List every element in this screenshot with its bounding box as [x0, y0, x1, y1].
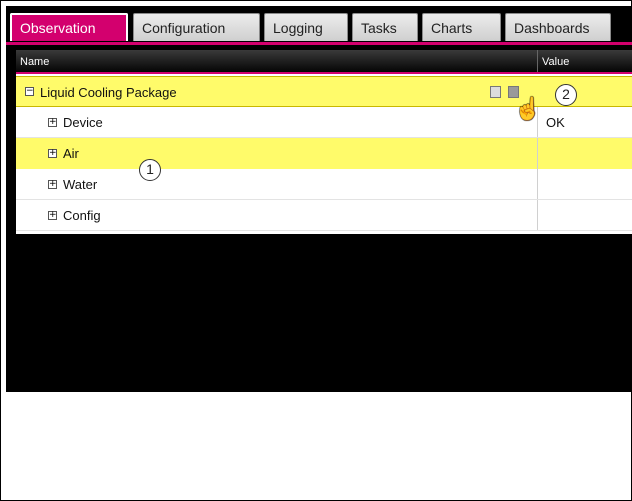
- tab-logging[interactable]: Logging: [264, 13, 348, 41]
- callout-2: 2: [555, 84, 577, 106]
- column-header-value[interactable]: Value: [542, 56, 569, 68]
- cell-separator: [537, 169, 538, 199]
- tab-underline: [6, 42, 632, 45]
- expand-toggle[interactable]: +: [48, 180, 57, 189]
- tree-row-air[interactable]: + Air: [16, 138, 632, 169]
- value-cell: OK: [546, 115, 565, 130]
- expand-toggle[interactable]: +: [48, 211, 57, 220]
- tree-node-label: Air: [63, 146, 79, 161]
- tree-node-label: Config: [63, 208, 101, 223]
- tree-row-config[interactable]: + Config: [16, 200, 632, 231]
- callout-1: 1: [139, 159, 161, 181]
- expand-toggle[interactable]: +: [48, 118, 57, 127]
- tab-charts[interactable]: Charts: [422, 13, 501, 41]
- header-accent-line: [16, 72, 632, 74]
- app-window: Observation Configuration Logging Tasks …: [6, 6, 632, 392]
- column-header-name[interactable]: Name: [20, 56, 49, 68]
- column-separator[interactable]: [537, 50, 538, 74]
- grid-header: Name Value: [16, 50, 632, 74]
- tab-dashboards[interactable]: Dashboards: [505, 13, 611, 41]
- tab-bar: Observation Configuration Logging Tasks …: [6, 6, 632, 42]
- collapse-toggle[interactable]: −: [25, 87, 34, 96]
- expand-toggle[interactable]: +: [48, 149, 57, 158]
- tree-row-water[interactable]: + Water: [16, 169, 632, 200]
- tab-tasks[interactable]: Tasks: [352, 13, 418, 41]
- tree-node-label: Water: [63, 177, 98, 192]
- tree-grid: Name Value − Liquid Cooling Package + De…: [16, 50, 632, 234]
- cell-separator: [537, 200, 538, 230]
- edit-icon[interactable]: [490, 86, 501, 98]
- tree-node-label: Device: [63, 115, 103, 130]
- tree-node-label: Liquid Cooling Package: [40, 85, 177, 100]
- hand-cursor-icon: ☝: [514, 96, 542, 121]
- tab-observation[interactable]: Observation: [10, 13, 128, 41]
- cell-separator: [537, 138, 538, 169]
- tab-configuration[interactable]: Configuration: [133, 13, 260, 41]
